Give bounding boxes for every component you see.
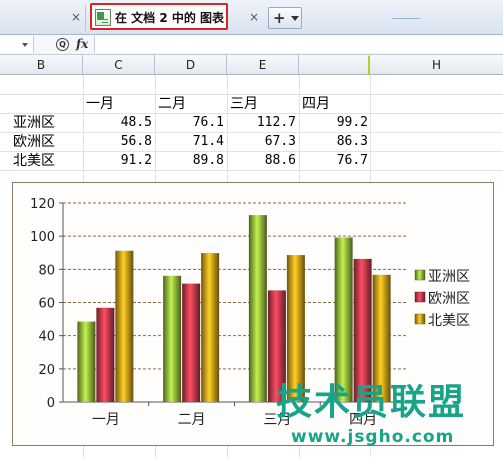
new-tab-button[interactable]: + [268,7,302,29]
data-cell[interactable]: 48.5 [84,114,152,132]
legend-label: 欧洲区 [428,291,470,307]
bar [353,258,372,402]
column-header-blank[interactable] [299,55,370,75]
header-cell[interactable]: 三月 [230,95,298,113]
x-tick-label: 二月 [178,412,206,428]
header-cell[interactable]: 四月 [302,95,369,113]
column-header-c[interactable]: C [83,55,155,75]
tab-strip-divider [392,18,420,19]
column-header-b[interactable]: B [0,55,83,75]
y-tick-label: 60 [38,297,55,312]
tab-chart-document[interactable]: 在 文档 2 中的 图表 [90,3,228,30]
column-header-e[interactable]: E [227,55,299,75]
y-tick-label: 40 [38,330,55,345]
tab-bar: × 在 文档 2 中的 图表 × + [0,0,503,35]
row-label-cell[interactable]: 亚洲区 [13,114,83,132]
plus-icon: + [273,9,286,27]
column-resize-marker [368,56,370,76]
x-tick-label: 一月 [92,412,120,428]
close-icon[interactable]: × [71,10,81,24]
column-header-row: B C D E H [0,55,503,75]
formula-bar: Q fx [0,35,503,55]
data-cell[interactable]: 91.2 [84,152,152,170]
tab-previous-document[interactable]: × [0,5,86,31]
chevron-down-icon [291,16,299,21]
data-cell[interactable]: 76.7 [300,152,368,170]
data-cell[interactable]: 86.3 [300,133,368,151]
legend-label: 北美区 [428,313,470,329]
data-cell[interactable]: 112.7 [228,114,296,132]
data-cell[interactable]: 71.4 [156,133,224,151]
bar [334,237,353,402]
y-tick-label: 20 [38,363,55,378]
legend-swatch [414,269,426,281]
bar [182,283,201,402]
header-cell[interactable]: 一月 [86,95,154,113]
legend-label: 亚洲区 [428,269,470,285]
legend-swatch [414,313,426,325]
close-tab-icon[interactable]: × [249,10,259,24]
data-cell[interactable]: 76.1 [156,114,224,132]
bar [248,215,267,402]
spreadsheet-window: × 在 文档 2 中的 图表 × + Q fx B C D E H 一月 二月 … [0,0,503,457]
bar [96,307,115,402]
bar [163,275,182,402]
y-tick-label: 100 [30,230,55,245]
name-box[interactable] [0,36,34,53]
data-cell[interactable]: 56.8 [84,133,152,151]
y-tick-label: 80 [38,263,55,278]
insert-function-icon[interactable]: fx [76,37,88,51]
y-tick-label: 120 [30,197,55,212]
chevron-down-icon[interactable] [22,43,28,47]
column-header-h[interactable]: H [370,55,503,75]
header-cell[interactable]: 二月 [158,95,226,113]
bar [115,250,134,402]
legend-swatch [414,291,426,303]
data-cell[interactable]: 67.3 [228,133,296,151]
watermark-url: www.jsgho.com [291,427,455,447]
zoom-icon[interactable]: Q [56,38,69,51]
data-cell[interactable]: 89.8 [156,152,224,170]
bar [286,255,305,402]
watermark-title: 技术员联盟 [276,382,467,423]
bar [77,321,96,402]
data-cell[interactable]: 99.2 [300,114,368,132]
tab-title: 在 文档 2 中的 图表 [115,11,225,25]
y-tick-label: 0 [47,396,55,411]
spreadsheet-doc-icon [95,9,111,26]
formula-input[interactable] [94,36,503,53]
column-header-d[interactable]: D [155,55,227,75]
bar [201,253,220,402]
watermark: 技术员联盟 www.jsgho.com [276,383,494,451]
data-cell[interactable]: 88.6 [228,152,296,170]
row-label-cell[interactable]: 北美区 [13,152,83,170]
row-label-cell[interactable]: 欧洲区 [13,133,83,151]
